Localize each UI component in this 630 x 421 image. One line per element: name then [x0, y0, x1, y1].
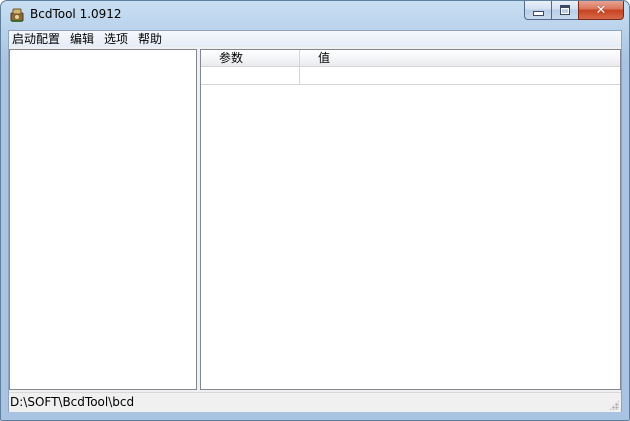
status-bar: D:\SOFT\BcdTool\bcd: [9, 392, 621, 412]
boot-entries-tree[interactable]: [9, 49, 197, 390]
menu-bar: 启动配置 编辑 选项 帮助: [9, 31, 621, 47]
window-title: BcdTool 1.0912: [30, 7, 122, 21]
minimize-button[interactable]: [524, 1, 551, 20]
table-row[interactable]: [201, 67, 620, 85]
status-path: D:\SOFT\BcdTool\bcd: [10, 395, 135, 409]
parameters-list[interactable]: 参数 值: [200, 49, 621, 390]
close-button[interactable]: ✕: [578, 1, 624, 20]
column-header-value[interactable]: 值: [300, 50, 620, 66]
window-controls: ✕: [524, 1, 624, 21]
maximize-icon: [560, 5, 570, 15]
column-header-param[interactable]: 参数: [201, 50, 300, 66]
menu-help[interactable]: 帮助: [133, 31, 167, 47]
minimize-icon: [532, 10, 544, 16]
menu-edit[interactable]: 编辑: [65, 31, 99, 47]
maximize-button[interactable]: [551, 1, 578, 20]
client-area: 启动配置 编辑 选项 帮助 参数 值 D:\SOFT\BcdTool\bcd: [8, 30, 622, 412]
app-window: BcdTool 1.0912 ✕ 启动配置 编辑 选项 帮助 参数 值 D:\S…: [0, 0, 630, 421]
resize-grip-icon[interactable]: [609, 400, 619, 410]
bcdtool-icon[interactable]: [9, 7, 25, 23]
cell-param: [201, 67, 300, 84]
title-bar[interactable]: BcdTool 1.0912 ✕: [1, 1, 629, 29]
cell-value: [300, 67, 620, 84]
close-icon: ✕: [595, 2, 607, 18]
menu-options[interactable]: 选项: [99, 31, 133, 47]
list-header: 参数 值: [201, 50, 620, 67]
menu-boot-config[interactable]: 启动配置: [9, 31, 65, 47]
